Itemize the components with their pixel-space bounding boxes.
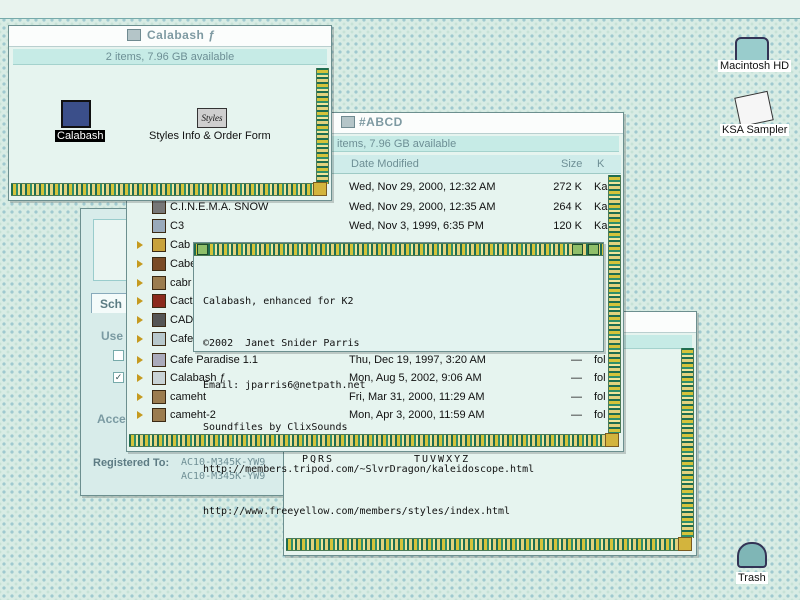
calabash-app-label[interactable]: Calabash [55,130,106,142]
list-item-kind: fol [594,372,606,384]
access-label: Acce [97,412,126,426]
use-label: Use [101,329,124,343]
folder-icon [152,371,166,385]
list-item-date: Wed, Nov 3, 1999, 6:35 PM [349,220,484,232]
list-item[interactable]: C3 Wed, Nov 3, 1999, 6:35 PM 120 K Ka [130,217,608,235]
calabash-info: 2 items, 7.96 GB available [13,49,327,65]
disclosure-triangle-icon[interactable] [137,316,143,324]
disclosure-triangle-icon[interactable] [137,374,143,382]
list-item-kind: fol [594,354,606,366]
list-item-size: 264 K [553,201,582,213]
abcd-border-right [608,175,621,433]
disclosure-triangle-icon[interactable] [137,297,143,305]
styles-document-label[interactable]: Styles Info & Order Form [149,130,271,142]
calabash-border-right [316,68,329,184]
back-panel-image [93,219,129,281]
calabash-app-icon[interactable] [61,100,91,128]
back-panel-tab[interactable]: Sch [91,293,131,313]
checkbox-2[interactable]: ✓ [113,372,124,383]
calabash-title: Calabash ƒ [147,28,216,42]
folder-icon [152,332,166,346]
file-icon [152,219,166,233]
disclosure-triangle-icon[interactable] [137,241,143,249]
list-item-date: Wed, Nov 29, 2000, 12:35 AM [349,201,496,213]
about-popup: Calabash, enhanced for K2 ©2002 Janet Sn… [193,242,604,517]
folder-icon [152,390,166,404]
column-kind-header[interactable]: K [597,155,604,173]
list-item-kind: Ka [594,201,608,213]
disclosure-triangle-icon[interactable] [137,356,143,364]
menu-bar [0,0,800,19]
trash-label[interactable]: Trash [736,572,768,584]
about-line: Email: jparris6@netpath.net [203,380,366,391]
trash-icon[interactable] [737,542,767,568]
list-item-kind: fol [594,391,606,403]
disclosure-triangle-icon[interactable] [137,411,143,419]
close-box-icon[interactable] [197,244,208,255]
column-date-header[interactable]: Date Modified [351,155,419,173]
about-line: http://www.freeyellow.com/members/styles… [203,506,511,517]
document-icon[interactable] [734,90,774,128]
list-item-size: — [571,354,582,366]
abcd-grow-box[interactable] [605,433,619,447]
list-item-size: — [571,391,582,403]
about-text: Calabash, enhanced for K2 ©2002 Janet Sn… [203,267,534,547]
folder-icon [152,276,166,290]
folder-icon [341,116,355,128]
folder-icon [152,353,166,367]
list-item-kind: fol [594,409,606,421]
about-line: ©2002 Janet Snider Parris [203,338,360,349]
collapse-box-icon[interactable] [588,244,599,255]
folder-icon [127,29,141,41]
ksa-sampler-label[interactable]: KSA Sampler [720,124,790,136]
list-item-size: 272 K [553,181,582,193]
folder-icon [152,257,166,271]
list-item-size: — [571,372,582,384]
registered-label: Registered To: [93,457,170,469]
folder-icon [152,313,166,327]
calabash-border-bottom [11,183,315,196]
abcd-title: #ABCD [359,115,403,129]
calabash-window: Calabash ƒ 2 items, 7.96 GB available Ca… [8,25,332,201]
list-item-date: Wed, Nov 29, 2000, 12:32 AM [349,181,496,193]
list-item-kind: Ka [594,181,608,193]
list-item-name: cameht [170,391,207,403]
disclosure-triangle-icon[interactable] [137,335,143,343]
folder-icon [152,294,166,308]
column-size-header[interactable]: Size [561,155,582,173]
list-item-name: Cafe [170,333,194,345]
calabash-grow-box[interactable] [313,182,327,196]
list-item-name: C3 [170,220,185,232]
file-icon [152,200,166,214]
list-item-kind: Ka [594,220,608,232]
calabash-titlebar[interactable]: Calabash ƒ [9,26,331,47]
about-line: Calabash, enhanced for K2 [203,296,354,307]
letters-grow-box[interactable] [678,537,692,551]
list-item-size: — [571,409,582,421]
list-item-name: Cact [170,295,193,307]
about-line: http://members.tripod.com/~SlvrDragon/ka… [203,464,535,475]
letters-border-right [681,348,694,538]
folder-icon [152,238,166,252]
disclosure-triangle-icon[interactable] [137,279,143,287]
macintosh-hd-label[interactable]: Macintosh HD [718,60,792,72]
list-item-name: cabr [170,277,192,289]
disclosure-triangle-icon[interactable] [137,393,143,401]
about-line: Soundfiles by ClixSounds [203,422,348,433]
list-item-size: 120 K [553,220,582,232]
checkbox-1[interactable] [113,350,124,361]
folder-icon [152,408,166,422]
styles-document-icon[interactable]: Styles [197,108,227,128]
list-item-name: Cab [170,239,191,251]
about-popup-border-top [194,243,603,256]
zoom-box-icon[interactable] [572,244,583,255]
disclosure-triangle-icon[interactable] [137,260,143,268]
